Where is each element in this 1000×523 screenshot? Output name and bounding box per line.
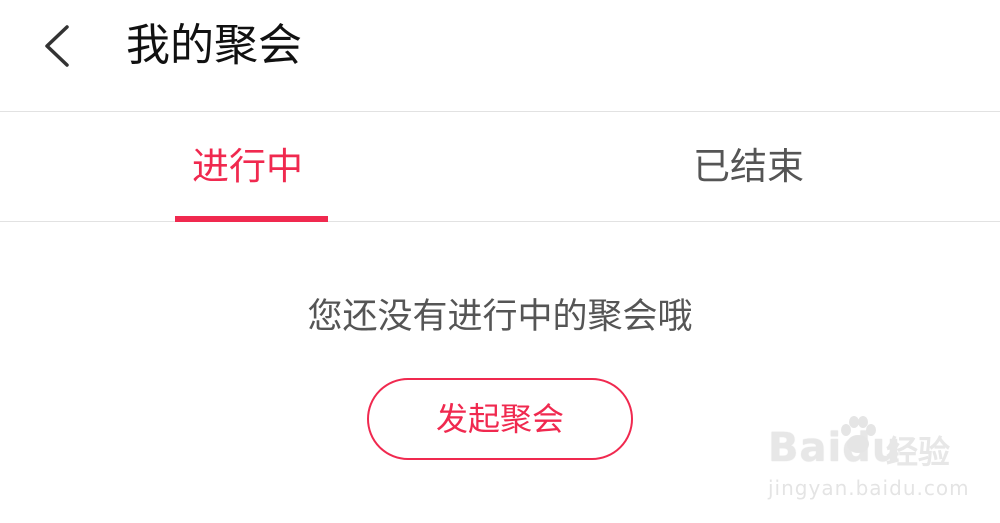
tab-ended[interactable]: 已结束 bbox=[500, 112, 1000, 222]
top-bar: 我的聚会 bbox=[0, 0, 1000, 112]
tab-in-progress[interactable]: 进行中 bbox=[0, 112, 500, 222]
paw-icon bbox=[841, 416, 876, 453]
page-title: 我的聚会 bbox=[126, 20, 302, 71]
empty-state-message: 您还没有进行中的聚会哦 bbox=[307, 297, 693, 337]
active-tab-indicator bbox=[175, 216, 328, 222]
chevron-left-icon bbox=[45, 25, 69, 67]
my-gatherings-page: 我的聚会 进行中 已结束 您还没有进行中的聚会哦 发起聚会 Baidu 经验 j… bbox=[0, 0, 1000, 523]
start-gathering-button[interactable]: 发起聚会 bbox=[367, 378, 633, 460]
tab-ended-label: 已结束 bbox=[693, 145, 804, 188]
tab-in-progress-label: 进行中 bbox=[192, 145, 303, 188]
back-button[interactable] bbox=[28, 18, 84, 74]
tab-bar: 进行中 已结束 bbox=[0, 112, 1000, 222]
watermark-brand-text: 经验 bbox=[886, 433, 951, 471]
watermark-url: jingyan.baidu.com bbox=[768, 476, 970, 500]
baidu-jingyan-watermark: Baidu 经验 jingyan.baidu.com bbox=[760, 412, 969, 512]
start-gathering-label: 发起聚会 bbox=[435, 400, 564, 438]
